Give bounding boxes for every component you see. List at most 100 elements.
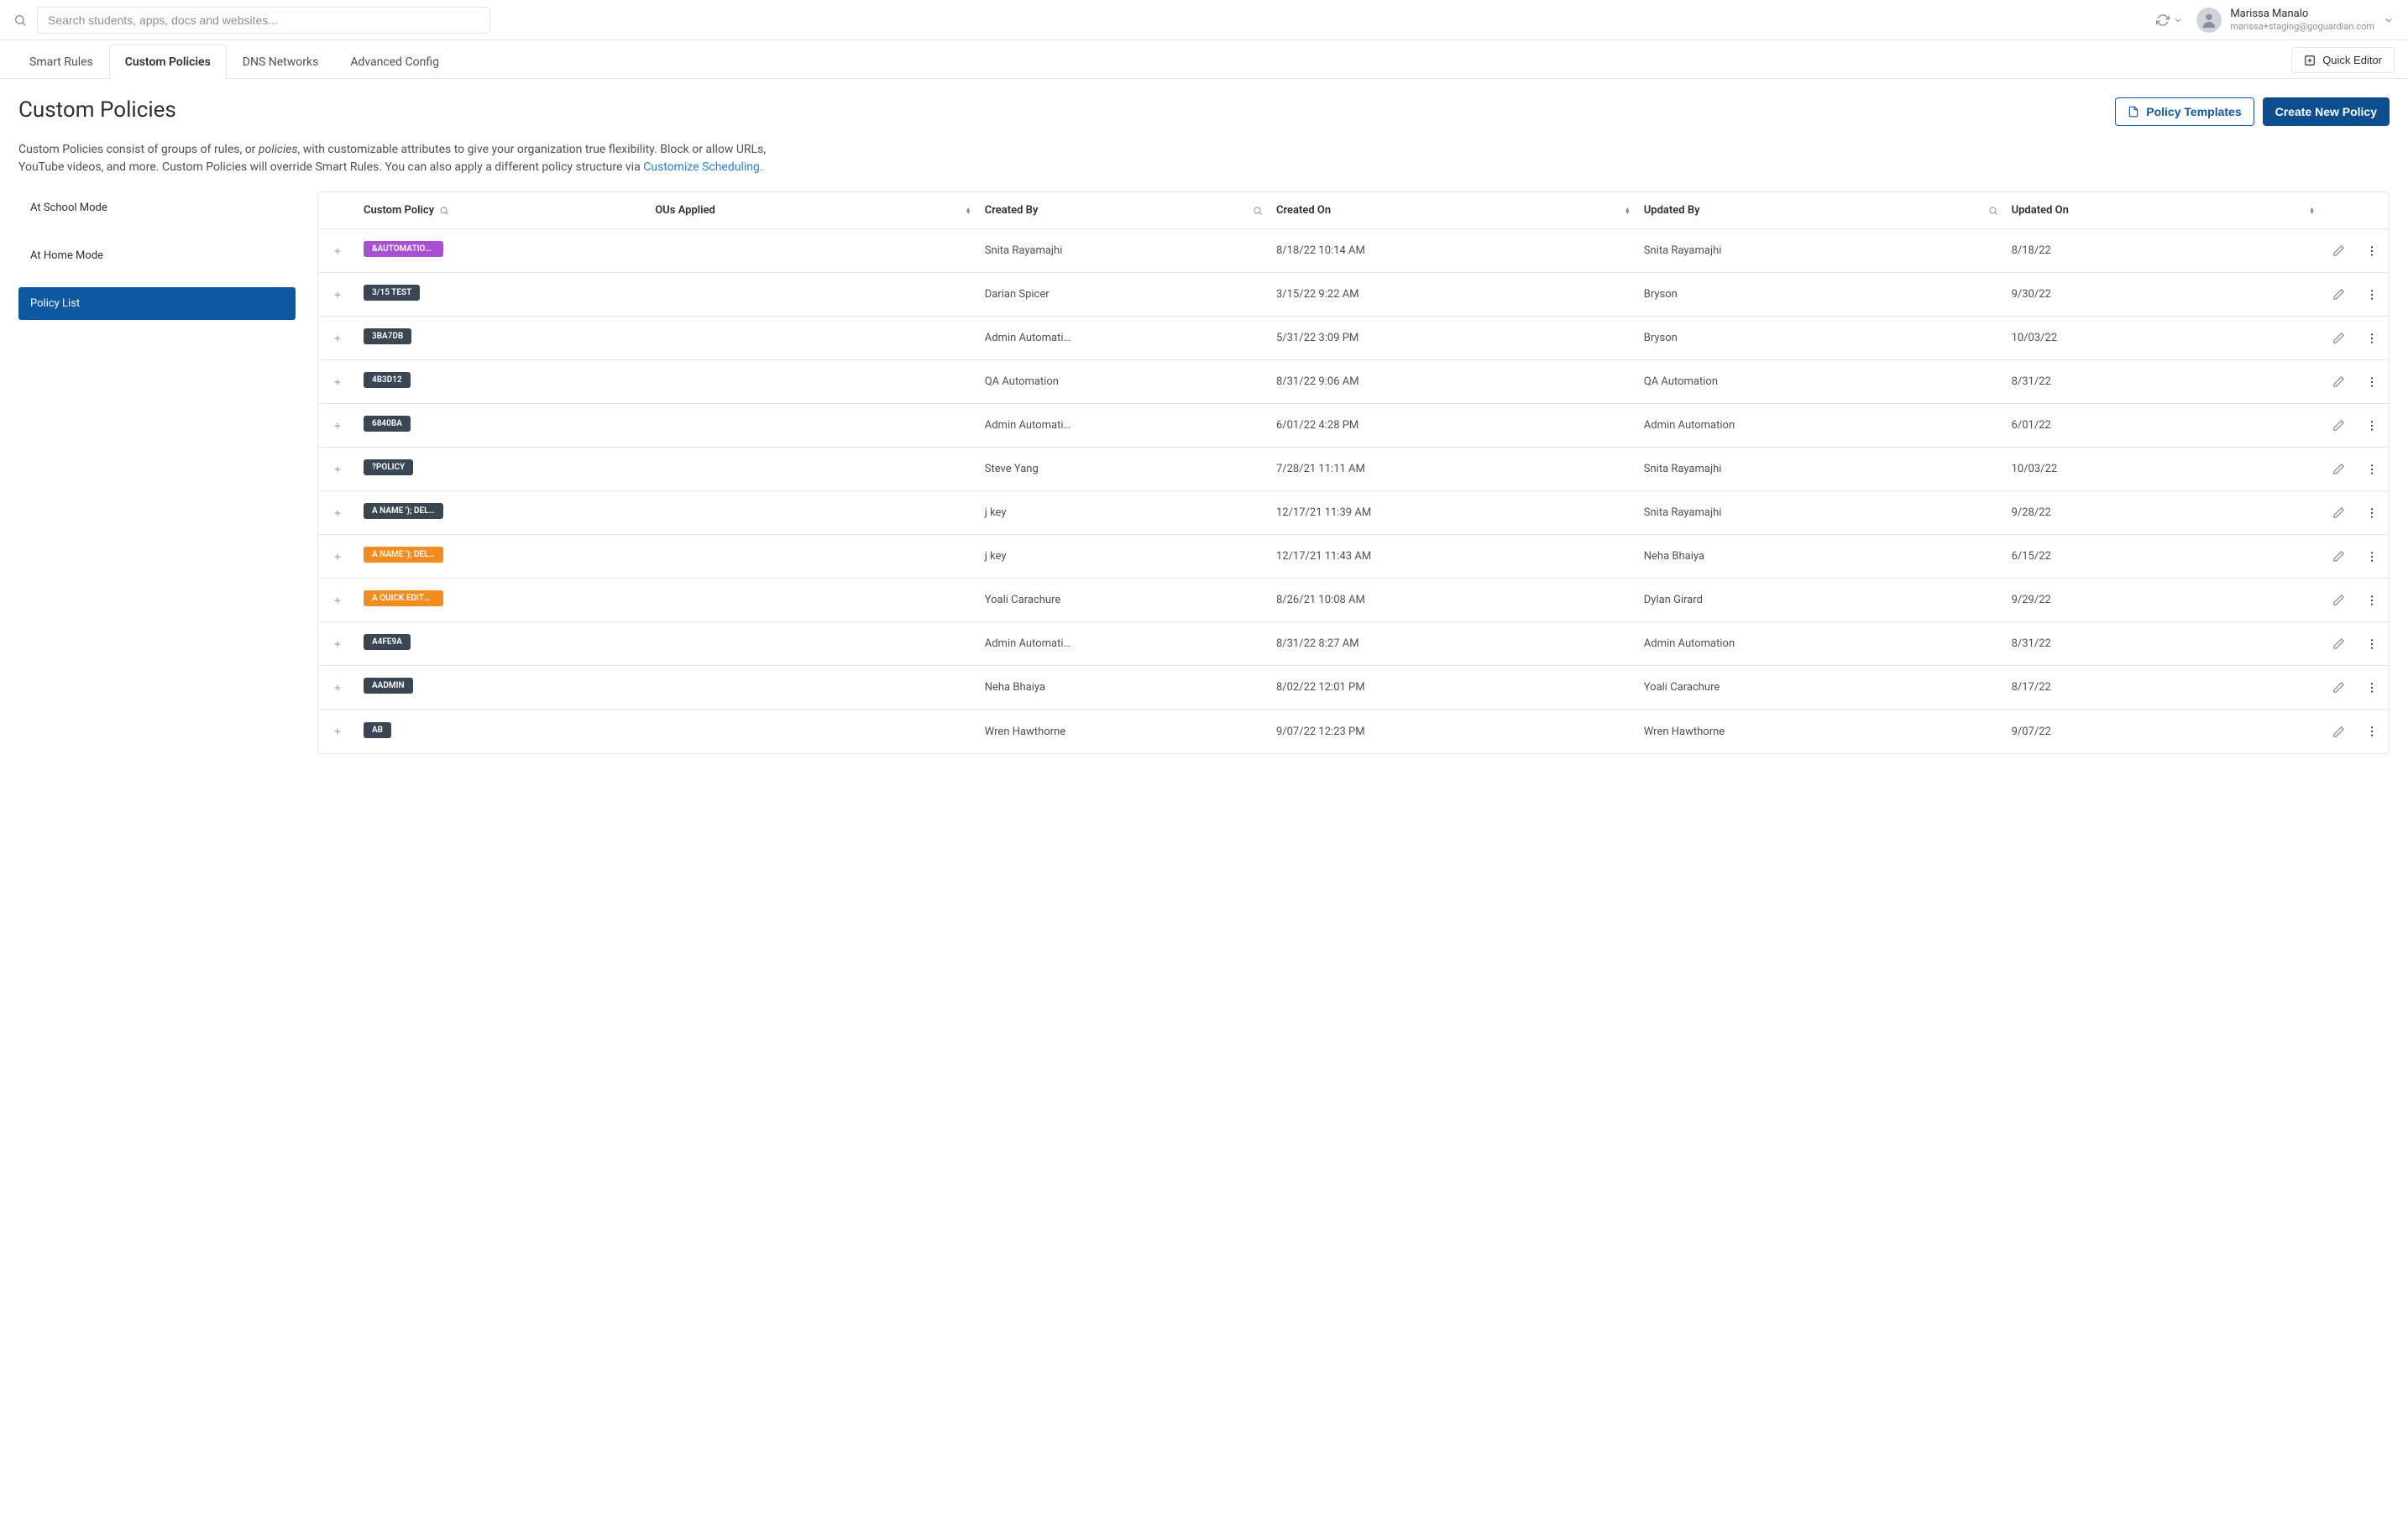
edit-button[interactable]	[2322, 244, 2355, 257]
expand-button[interactable]	[318, 421, 357, 431]
customize-scheduling-link[interactable]: Customize Scheduling.	[643, 160, 762, 174]
expand-button[interactable]	[318, 290, 357, 300]
edit-button[interactable]	[2322, 594, 2355, 606]
user-menu[interactable]: Marissa Manalo marissa+staging@goguardia…	[2196, 8, 2395, 33]
updated-on-cell: 9/30/22	[2005, 288, 2322, 301]
policy-cell: 3/15 TEST	[357, 285, 648, 304]
edit-button[interactable]	[2322, 726, 2355, 738]
pencil-icon	[2332, 637, 2345, 650]
create-new-policy-button[interactable]: Create New Policy	[2263, 97, 2390, 126]
edit-button[interactable]	[2322, 550, 2355, 563]
edit-button[interactable]	[2322, 637, 2355, 650]
policy-pill[interactable]: A QUICK EDITOR T…	[364, 590, 443, 606]
kebab-icon	[2365, 244, 2379, 258]
col-custom-policy[interactable]: Custom Policy	[357, 204, 648, 217]
table-row: ?POLICYSteve Yang7/28/21 11:11 AMSnita R…	[318, 448, 2389, 491]
sidebar-item-policy-list[interactable]: Policy List	[18, 287, 296, 320]
policy-pill[interactable]: A NAME '); DELETE …	[364, 503, 443, 519]
more-button[interactable]	[2355, 550, 2389, 563]
col-updated-by[interactable]: Updated By	[1637, 204, 2005, 217]
expand-button[interactable]	[318, 464, 357, 474]
expand-button[interactable]	[318, 508, 357, 518]
col-created-on[interactable]: Created On ▲▼	[1269, 204, 1637, 217]
sort-icon[interactable]: ▲▼	[2309, 207, 2315, 214]
updated-on-cell: 9/28/22	[2005, 506, 2322, 519]
expand-button[interactable]	[318, 246, 357, 256]
search-wrap	[13, 7, 490, 34]
pencil-icon	[2332, 681, 2345, 694]
more-button[interactable]	[2355, 375, 2389, 389]
policy-pill[interactable]: A4FE9A	[364, 634, 411, 650]
edit-button[interactable]	[2322, 288, 2355, 301]
person-icon	[2200, 11, 2218, 29]
policy-pill[interactable]: AADMIN	[364, 678, 413, 694]
table-header: Custom Policy OUs Applied ▲▼ Created By …	[318, 192, 2389, 229]
policy-pill[interactable]: 4B3D12	[364, 372, 411, 388]
created-on-cell: 8/02/22 12:01 PM	[1269, 681, 1637, 694]
edit-button[interactable]	[2322, 506, 2355, 519]
sort-icon[interactable]: ▲▼	[966, 207, 971, 214]
updated-on-cell: 8/17/22	[2005, 681, 2322, 694]
expand-button[interactable]	[318, 639, 357, 649]
plus-icon	[332, 464, 343, 474]
policy-templates-button[interactable]: Policy Templates	[2115, 97, 2254, 126]
tab-dns-networks[interactable]: DNS Networks	[227, 45, 335, 79]
expand-button[interactable]	[318, 377, 357, 387]
col-updated-on[interactable]: Updated On ▲▼	[2005, 204, 2322, 217]
policy-pill[interactable]: 3BA7DB	[364, 328, 411, 344]
sync-button[interactable]	[2156, 13, 2183, 27]
expand-button[interactable]	[318, 726, 357, 736]
more-button[interactable]	[2355, 463, 2389, 476]
edit-button[interactable]	[2322, 463, 2355, 475]
more-button[interactable]	[2355, 594, 2389, 607]
edit-button[interactable]	[2322, 419, 2355, 432]
col-created-by[interactable]: Created By	[978, 204, 1269, 217]
search-icon[interactable]	[1988, 206, 1998, 216]
edit-button[interactable]	[2322, 332, 2355, 344]
policy-pill[interactable]: ?POLICY	[364, 459, 413, 475]
plus-icon	[332, 421, 343, 431]
search-icon[interactable]	[439, 206, 449, 216]
tab-smart-rules[interactable]: Smart Rules	[13, 45, 109, 79]
more-button[interactable]	[2355, 288, 2389, 301]
more-button[interactable]	[2355, 637, 2389, 651]
policy-pill[interactable]: 6840BA	[364, 416, 411, 432]
created-by-cell: Darian Spicer	[978, 288, 1269, 301]
expand-button[interactable]	[318, 552, 357, 562]
more-button[interactable]	[2355, 506, 2389, 520]
policy-pill[interactable]: AB	[364, 722, 391, 738]
search-input[interactable]	[37, 7, 490, 34]
more-button[interactable]	[2355, 244, 2389, 258]
more-button[interactable]	[2355, 419, 2389, 432]
edit-button[interactable]	[2322, 375, 2355, 388]
user-texts: Marissa Manalo marissa+staging@goguardia…	[2230, 8, 2374, 32]
policy-cell: &AUTOMATIONPO…	[357, 241, 648, 260]
edit-button[interactable]	[2322, 681, 2355, 694]
search-icon[interactable]	[1253, 206, 1263, 216]
expand-button[interactable]	[318, 595, 357, 605]
policy-pill[interactable]: &AUTOMATIONPO…	[364, 241, 443, 257]
pencil-icon	[2332, 726, 2345, 738]
sidebar-item-at-home[interactable]: At Home Mode	[18, 239, 296, 272]
policy-pill[interactable]: A NAME '); DELETE …	[364, 547, 443, 563]
table-row: A4FE9AAdmin Automati…8/31/22 8:27 AMAdmi…	[318, 622, 2389, 666]
updated-by-cell: Neha Bhaiya	[1637, 550, 2005, 563]
expand-button[interactable]	[318, 683, 357, 693]
plus-icon	[332, 333, 343, 343]
pencil-icon	[2332, 288, 2345, 301]
expand-button[interactable]	[318, 333, 357, 343]
quick-editor-button[interactable]: Quick Editor	[2291, 47, 2395, 73]
created-by-cell: Admin Automati…	[978, 419, 1269, 432]
more-button[interactable]	[2355, 681, 2389, 694]
col-ous-applied[interactable]: OUs Applied ▲▼	[648, 204, 978, 217]
updated-on-cell: 10/03/22	[2005, 332, 2322, 344]
tab-custom-policies[interactable]: Custom Policies	[109, 45, 227, 79]
updated-by-cell: Admin Automation	[1637, 419, 2005, 432]
more-button[interactable]	[2355, 725, 2389, 738]
sort-icon[interactable]: ▲▼	[1625, 207, 1631, 214]
more-button[interactable]	[2355, 332, 2389, 345]
search-icon[interactable]	[13, 13, 27, 27]
tab-advanced-config[interactable]: Advanced Config	[334, 45, 455, 79]
policy-pill[interactable]: 3/15 TEST	[364, 285, 420, 301]
sidebar-item-at-school[interactable]: At School Mode	[18, 191, 296, 224]
